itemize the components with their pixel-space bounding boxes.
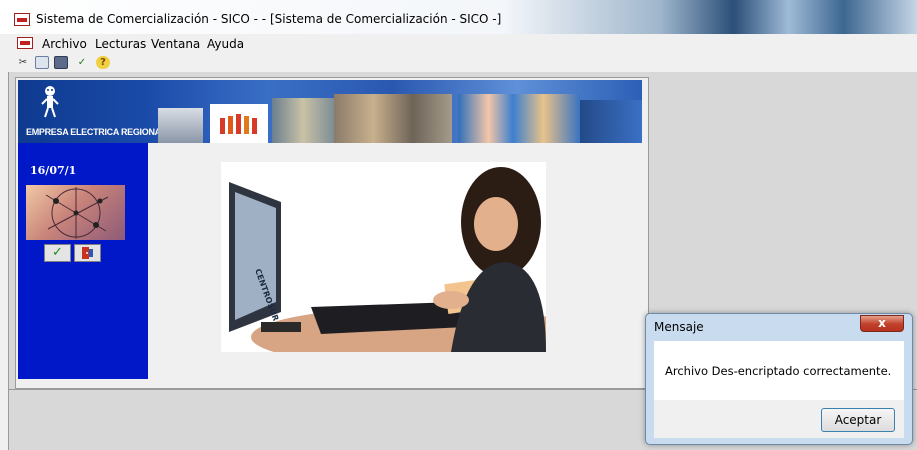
accept-button[interactable]: ✓ — [44, 244, 71, 262]
exit-button[interactable] — [74, 244, 101, 262]
accept-dialog-button[interactable]: Aceptar — [821, 408, 895, 432]
copy-icon[interactable] — [35, 56, 49, 69]
help-icon[interactable]: ? — [96, 56, 110, 69]
organization-name: EMPRESA ELECTRICA REGIONAL — [26, 127, 167, 137]
dialog-footer: Aceptar — [654, 400, 904, 438]
menu-lecturas[interactable]: Lecturas — [95, 37, 146, 51]
close-icon: x — [878, 316, 886, 330]
message-dialog: Mensaje x Archivo Des-encriptado correct… — [645, 313, 913, 445]
title-bar: Sistema de Comercialización - SICO - - [… — [0, 0, 917, 34]
dialog-title: Mensaje — [654, 320, 704, 334]
network-globe-image — [26, 185, 125, 240]
app-icon[interactable] — [14, 13, 30, 26]
menu-ayuda[interactable]: Ayuda — [207, 37, 244, 51]
banner-photo-city — [334, 94, 452, 143]
close-button[interactable]: x — [860, 315, 904, 332]
banner-photo-building — [158, 108, 203, 143]
window-title: Sistema de Comercialización - SICO - - [… — [36, 12, 502, 26]
menu-archivo[interactable]: Archivo — [42, 37, 87, 51]
toolbar — [0, 52, 917, 72]
date-label: 16/07/1 — [30, 164, 77, 177]
check-tool-icon[interactable]: ✓ — [75, 56, 89, 69]
dialog-body: Archivo Des-encriptado correctamente. — [654, 341, 904, 400]
banner-photo-towers — [580, 100, 642, 143]
paste-icon[interactable] — [54, 56, 68, 69]
welcome-photo: CENTROSUR — [221, 162, 546, 352]
menu-ventana[interactable]: Ventana — [151, 37, 200, 51]
banner-photo-people — [458, 94, 580, 143]
dialog-message: Archivo Des-encriptado correctamente. — [665, 364, 892, 378]
banner-photo-plant — [272, 98, 334, 143]
child-window-icon[interactable] — [17, 37, 33, 49]
exit-door-icon — [81, 247, 93, 259]
cut-icon[interactable]: ✂ — [16, 56, 30, 69]
mascot-logo-icon — [41, 86, 59, 118]
banner-photo-meters — [210, 104, 268, 143]
checkmark-icon: ✓ — [52, 245, 63, 260]
header-banner: EMPRESA ELECTRICA REGIONAL — [18, 80, 642, 143]
